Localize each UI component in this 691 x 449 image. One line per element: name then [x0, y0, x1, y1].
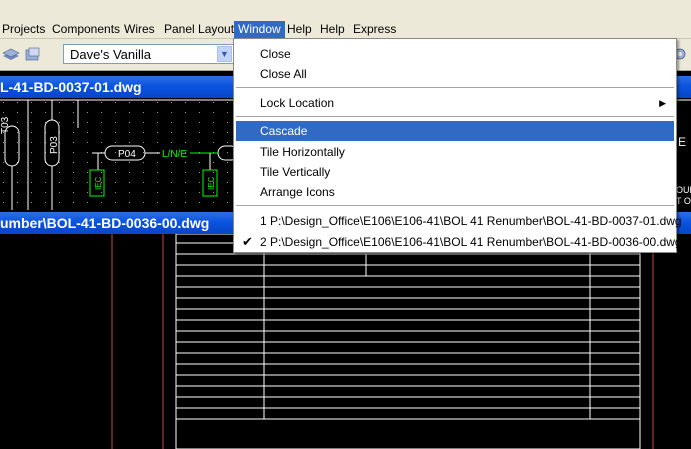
label-t03: T03	[0, 116, 11, 134]
text-style-dropdown[interactable]: Dave's Vanilla ▼	[63, 44, 234, 64]
label-e: E	[678, 135, 686, 149]
drawing-area-0037[interactable]: T03 P03 P04 L/N/E IEC IEC	[0, 98, 233, 210]
schematic-drawing-right: E OUP T O	[676, 99, 691, 206]
schematic-drawing: T03 P03 P04 L/N/E IEC IEC	[0, 98, 233, 210]
menu-item-lock-location[interactable]: Lock Location ▶	[236, 93, 674, 113]
menu-separator	[236, 205, 674, 206]
document-title-bar-0037-right[interactable]	[676, 76, 691, 98]
menu-item-close-all[interactable]: Close All	[236, 64, 674, 84]
text-style-value: Dave's Vanilla	[70, 47, 152, 62]
document-title-bar-0037[interactable]: L-41-BD-0037-01.dwg	[0, 76, 233, 98]
menu-item-close[interactable]: Close	[236, 44, 674, 64]
menu-projects[interactable]: Projects	[0, 21, 49, 38]
window-menu-dropdown: Close Close All Lock Location ▶ Cascade …	[233, 38, 682, 253]
table-drawing	[111, 234, 654, 449]
menu-item-tile-vertically[interactable]: Tile Vertically	[236, 162, 674, 182]
label-iec-1: IEC	[94, 176, 103, 190]
submenu-arrow-icon: ▶	[659, 98, 666, 108]
menu-separator	[236, 116, 674, 117]
menu-express[interactable]: Express	[349, 21, 400, 38]
menu-panel-layout[interactable]: Panel Layout	[160, 21, 238, 38]
menu-item-arrange-icons[interactable]: Arrange Icons	[236, 182, 674, 202]
menu-window[interactable]: Window	[234, 21, 285, 38]
layer-states-icon[interactable]	[24, 46, 42, 62]
menu-item-cascade[interactable]: Cascade	[236, 121, 674, 141]
drawing-area-0036[interactable]	[0, 234, 691, 449]
menu-components[interactable]: Components	[48, 21, 124, 38]
menu-item-recent-doc-1[interactable]: 1 P:\Design_Office\E106\E106-41\BOL 41 R…	[236, 211, 682, 231]
checkmark-icon: ✔	[242, 234, 253, 249]
label-iec-2: IEC	[207, 176, 216, 190]
menu-item-tile-horizontally[interactable]: Tile Horizontally	[236, 142, 674, 162]
menu-separator	[236, 87, 674, 88]
menu-item-recent-doc-2[interactable]: ✔ 2 P:\Design_Office\E106\E106-41\BOL 41…	[236, 232, 682, 252]
label-to: T O	[676, 196, 691, 206]
menu-help[interactable]: Help	[283, 21, 316, 38]
menu-wires[interactable]: Wires	[120, 21, 159, 38]
document-title-0037: L-41-BD-0037-01.dwg	[0, 79, 142, 95]
label-p03: P03	[49, 136, 60, 154]
drawing-area-0037-right[interactable]: E OUP T O	[676, 98, 691, 210]
layers-icon[interactable]	[2, 46, 20, 62]
label-p04: P04	[118, 149, 136, 160]
label-lne: L/N/E	[162, 149, 187, 160]
document-title-0036: umber\BOL-41-BD-0036-00.dwg	[0, 215, 210, 231]
label-oup: OUP	[676, 185, 691, 195]
menu-help-2[interactable]: Help	[316, 21, 349, 38]
document-title-bar-0036[interactable]: umber\BOL-41-BD-0036-00.dwg	[0, 212, 233, 234]
menu-bar: Projects Components Wires Panel Layout W…	[0, 0, 691, 39]
dropdown-arrow-icon[interactable]: ▼	[217, 46, 232, 62]
